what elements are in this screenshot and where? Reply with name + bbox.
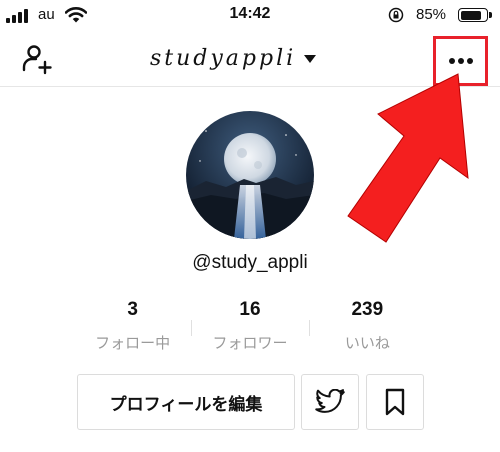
- twitter-button[interactable]: [301, 374, 359, 430]
- more-horizontal-icon: [448, 58, 473, 64]
- stat-likes[interactable]: 239 いいね: [308, 298, 426, 358]
- rotation-lock-icon: [388, 7, 404, 23]
- chevron-down-icon: [304, 55, 317, 63]
- annotation-arrow: [347, 73, 469, 243]
- following-label: フォロー中: [95, 334, 171, 352]
- avatar[interactable]: [186, 111, 314, 239]
- twitter-icon: [315, 389, 345, 413]
- following-count: 3: [127, 299, 138, 320]
- likes-label: いいね: [344, 334, 390, 352]
- likes-count: 239: [351, 299, 384, 320]
- account-switcher[interactable]: studyappli: [150, 43, 317, 73]
- stat-followers[interactable]: 16 フォロワー: [191, 298, 308, 358]
- battery-tip: [489, 12, 492, 18]
- followers-count: 16: [239, 299, 261, 320]
- bookmark-button[interactable]: [366, 374, 424, 430]
- add-user-icon[interactable]: [20, 41, 56, 77]
- battery-percent: 85%: [416, 6, 447, 23]
- bookmark-icon: [385, 388, 405, 416]
- status-bar: au 14:42 85%: [0, 0, 500, 32]
- stat-following[interactable]: 3 フォロー中: [74, 298, 191, 358]
- page-title: studyappli: [150, 45, 297, 71]
- battery-icon: [458, 8, 488, 22]
- profile-stats: 3 フォロー中 16 フォロワー 239 いいね: [74, 298, 426, 358]
- username: @study_appli: [192, 252, 308, 273]
- followers-label: フォロワー: [212, 334, 288, 352]
- edit-profile-button[interactable]: プロフィールを編集: [77, 374, 295, 430]
